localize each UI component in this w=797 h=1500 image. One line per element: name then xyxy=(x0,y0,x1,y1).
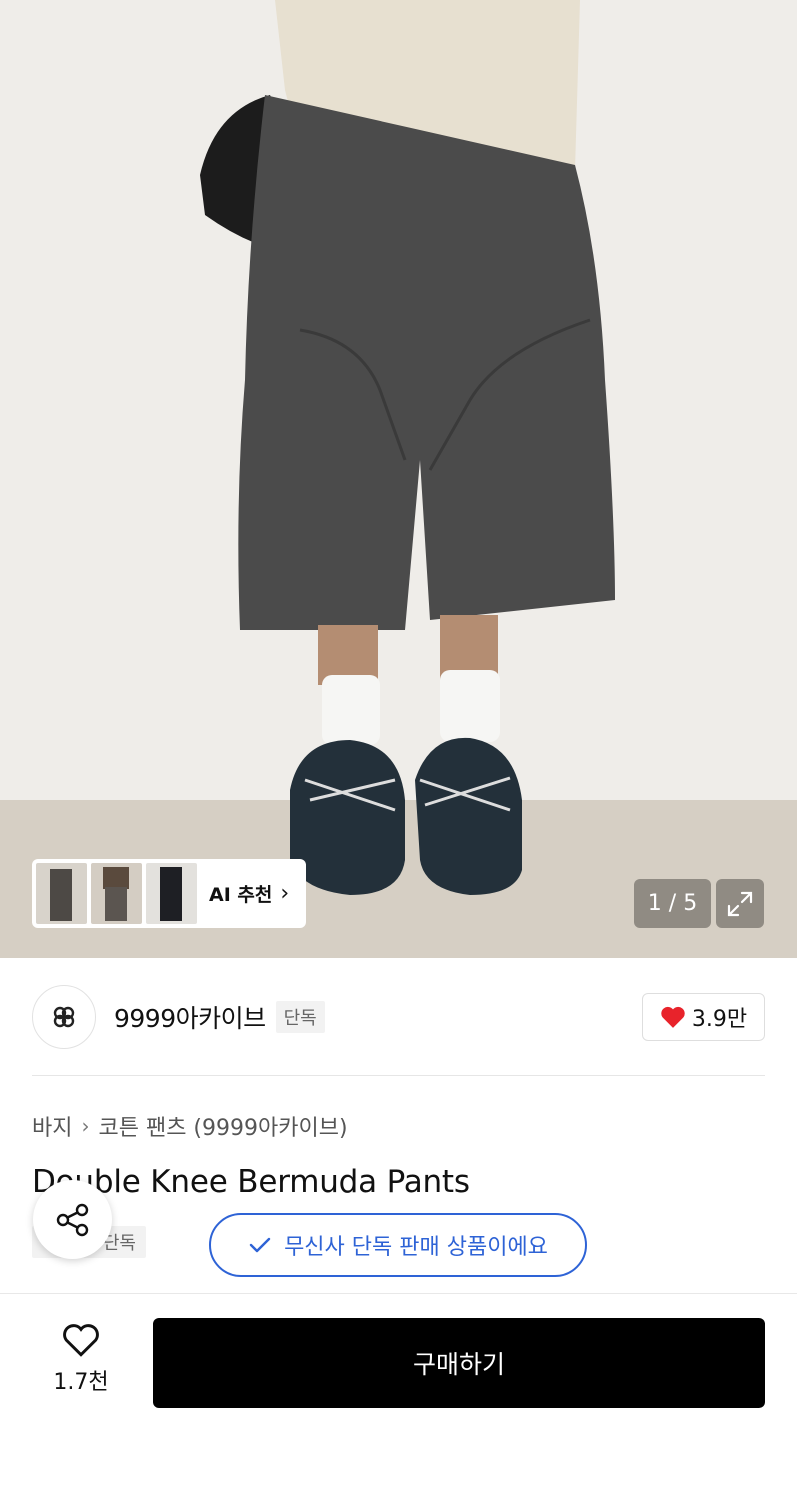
expand-button[interactable] xyxy=(716,879,764,928)
image-counter: 1 / 5 xyxy=(634,879,711,928)
breadcrumb-item[interactable]: 바지 xyxy=(32,1110,72,1142)
brand-like-count: 3.9만 xyxy=(691,1007,748,1032)
brand-exclusive-tag: 단독 xyxy=(275,1001,325,1033)
product-photo xyxy=(0,0,797,958)
brand-like-button[interactable]: 3.9만 xyxy=(642,993,765,1041)
brand-logo-icon xyxy=(53,1006,75,1028)
heart-outline-icon xyxy=(63,1324,99,1357)
ai-thumbnail[interactable] xyxy=(91,863,142,924)
wishlist-button[interactable]: 1.7천 xyxy=(41,1322,121,1402)
share-icon xyxy=(56,1203,88,1236)
ai-recommend-label: AI 추천 xyxy=(209,884,273,906)
exclusive-notice-text: 무신사 단독 판매 상품이에요 xyxy=(284,1235,548,1260)
chevron-right-icon: › xyxy=(280,881,290,906)
brand-name[interactable]: 9999아카이브 xyxy=(114,999,266,1035)
brand-logo[interactable] xyxy=(32,985,96,1049)
brand-row: 9999아카이브 단독 3.9만 xyxy=(32,984,765,1050)
ai-thumbnail[interactable] xyxy=(36,863,87,924)
ai-thumbnail[interactable] xyxy=(146,863,197,924)
breadcrumb-item[interactable]: 코튼 팬츠 (9999아카이브) xyxy=(98,1110,347,1142)
expand-icon xyxy=(727,891,753,916)
heart-filled-icon xyxy=(661,1006,685,1028)
check-icon xyxy=(249,1237,271,1253)
share-button[interactable] xyxy=(33,1180,112,1259)
exclusive-notice-pill[interactable]: 무신사 단독 판매 상품이에요 xyxy=(209,1213,587,1277)
chevron-right-icon: › xyxy=(81,1114,90,1138)
buy-button[interactable]: 구매하기 xyxy=(153,1318,765,1408)
breadcrumb: 바지 › 코튼 팬츠 (9999아카이브) xyxy=(32,1110,348,1142)
product-image[interactable]: AI 추천 › 1 / 5 xyxy=(0,0,797,958)
bottom-bar-divider xyxy=(0,1293,797,1294)
wishlist-count: 1.7천 xyxy=(53,1370,109,1395)
ai-recommend-strip[interactable]: AI 추천 › xyxy=(32,859,306,928)
divider xyxy=(32,1075,765,1076)
